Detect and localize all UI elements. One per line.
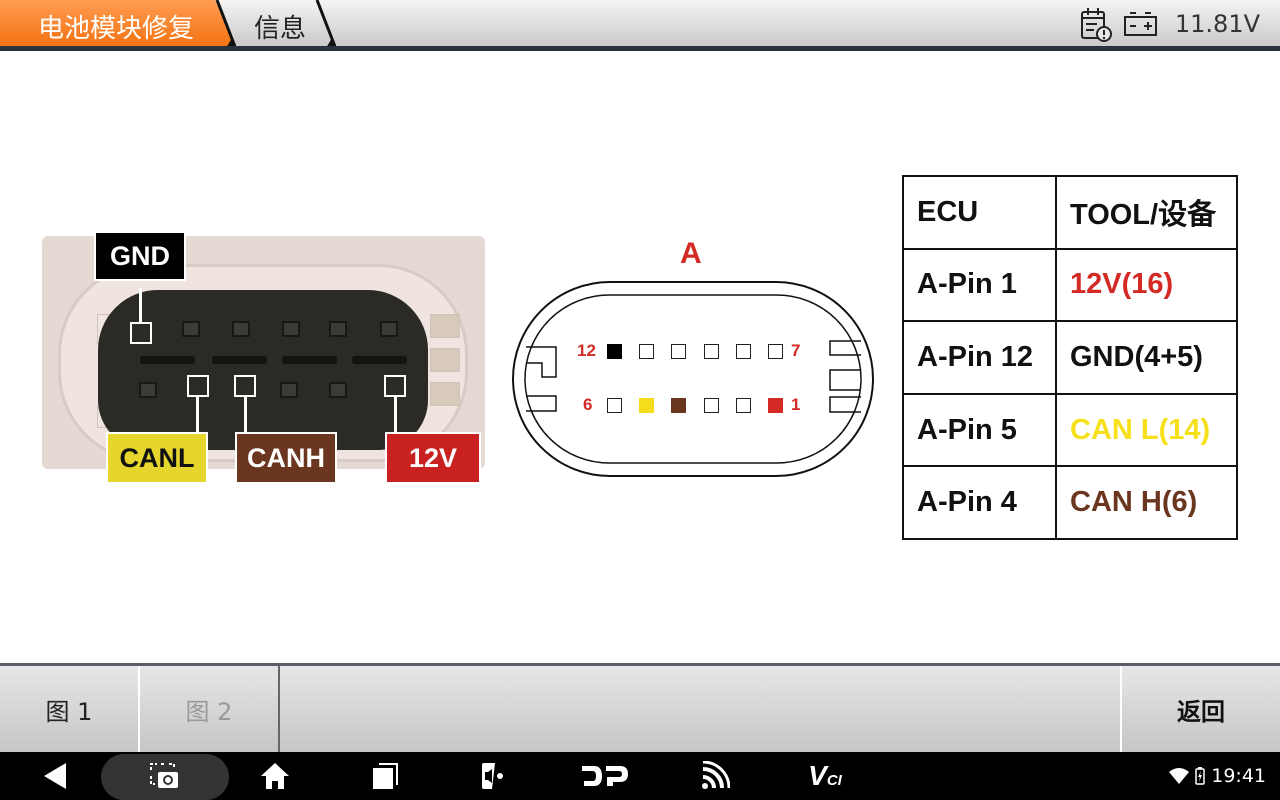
title-bar: 电池模块修复 信息 11.81V <box>0 0 1280 48</box>
terminal <box>329 321 347 337</box>
12v-marker <box>384 375 406 397</box>
connector-rib <box>430 348 460 372</box>
pin-9 <box>703 344 719 359</box>
nav-dp-button[interactable] <box>575 752 635 800</box>
pin-label-12: 12 <box>577 341 596 360</box>
connector-cavity <box>98 290 428 450</box>
connector-rib <box>430 382 460 406</box>
nav-vci-button[interactable]: VCI <box>800 752 850 800</box>
pin-label-1: 1 <box>791 395 801 414</box>
calendar-alert-icon[interactable] <box>1079 6 1113 42</box>
dp-icon <box>582 766 628 786</box>
pin-11 <box>639 344 655 359</box>
clock: 19:41 <box>1211 765 1266 787</box>
12v-tag: 12V <box>385 432 481 484</box>
tool-pin-cell: CAN H(6) <box>1055 465 1238 540</box>
breadcrumb-separator-icon <box>315 0 336 48</box>
separator-slot <box>212 356 267 364</box>
canl-leader-line <box>196 397 199 433</box>
toolbar-divider <box>278 666 280 752</box>
nav-signal-button[interactable] <box>690 752 740 800</box>
connector-outline <box>512 281 874 477</box>
table-row: A-Pin 1 12V(16) <box>902 247 1238 323</box>
pin-12 <box>607 344 622 359</box>
android-nav-bar: VCI 19:41 <box>0 752 1280 800</box>
battery-charging-icon <box>1195 767 1205 785</box>
canl-marker <box>187 375 209 397</box>
header-tool: TOOL/设备 <box>1055 175 1238 250</box>
signal-icon <box>702 761 730 789</box>
nav-recent-apps-button[interactable] <box>360 752 410 800</box>
separator-slot <box>282 356 337 364</box>
display-settings-icon <box>482 763 508 789</box>
table-row: A-Pin 4 CAN H(6) <box>902 465 1238 540</box>
connector-rib <box>430 314 460 338</box>
nav-display-settings-button[interactable] <box>470 752 520 800</box>
terminal <box>280 382 298 398</box>
pin-label-7: 7 <box>791 341 801 360</box>
terminal <box>329 382 347 398</box>
terminal <box>282 321 300 337</box>
ecu-pin-cell: A-Pin 12 <box>902 320 1057 395</box>
canl-tag: CANL <box>106 432 208 484</box>
ecu-pin-cell: A-Pin 4 <box>902 465 1057 540</box>
nav-back-button[interactable] <box>30 752 80 800</box>
figure-2-button[interactable]: 图 2 <box>140 666 278 752</box>
gnd-leader-line <box>139 288 142 324</box>
breadcrumb-label-2[interactable]: 信息 <box>254 8 306 45</box>
tool-pin-cell: GND(4+5) <box>1055 320 1238 395</box>
nav-home-button[interactable] <box>250 752 300 800</box>
status-area: 19:41 <box>1169 752 1266 800</box>
table-row: A-Pin 5 CAN L(14) <box>902 392 1238 468</box>
nav-screenshot-button[interactable] <box>140 752 190 800</box>
pin-10 <box>671 344 687 359</box>
connector-diagram-title: A <box>680 237 702 270</box>
ecu-pin-cell: A-Pin 1 <box>902 247 1057 323</box>
terminal <box>232 321 250 337</box>
figure-1-button[interactable]: 图 1 <box>0 666 138 752</box>
connector-pinout-diagram: 12 7 6 1 <box>505 270 885 490</box>
back-icon <box>44 763 66 789</box>
pin-2 <box>735 398 751 413</box>
separator-slot <box>352 356 407 364</box>
home-icon <box>261 763 289 789</box>
header-ecu: ECU <box>902 175 1057 250</box>
table-row: A-Pin 12 GND(4+5) <box>902 320 1238 395</box>
canh-marker <box>234 375 256 397</box>
pin-label-6: 6 <box>583 395 593 414</box>
ecu-pin-cell: A-Pin 5 <box>902 392 1057 468</box>
tool-pin-cell: CAN L(14) <box>1055 392 1238 468</box>
12v-leader-line <box>394 397 397 433</box>
gnd-tag: GND <box>94 231 186 281</box>
terminal <box>139 382 157 398</box>
bottom-toolbar: 图 1 图 2 返回 <box>0 663 1280 752</box>
terminal <box>380 321 398 337</box>
pin-mapping-table: ECU TOOL/设备 A-Pin 1 12V(16) A-Pin 12 GND… <box>902 175 1238 540</box>
screenshot-icon <box>150 763 178 788</box>
table-header-row: ECU TOOL/设备 <box>902 175 1238 250</box>
wifi-icon <box>1169 768 1190 784</box>
canh-leader-line <box>244 397 247 433</box>
gnd-marker <box>130 322 152 344</box>
canh-tag: CANH <box>235 432 337 484</box>
breadcrumb-label-1[interactable]: 电池模块修复 <box>38 8 194 45</box>
pin-5 <box>639 398 655 413</box>
battery-icon <box>1123 12 1157 36</box>
pin-6 <box>607 398 622 413</box>
pin-1 <box>768 398 783 413</box>
battery-voltage: 11.81V <box>1174 10 1260 38</box>
terminal <box>182 321 200 337</box>
pin-8 <box>735 344 751 359</box>
vci-icon: VCI <box>808 760 842 791</box>
separator-slot <box>140 356 195 364</box>
pin-4 <box>671 398 687 413</box>
pin-7 <box>768 344 783 359</box>
tool-pin-cell: 12V(16) <box>1055 247 1238 323</box>
recent-apps-icon <box>373 763 398 789</box>
breadcrumb-separator-icon <box>215 0 236 48</box>
pin-3 <box>703 398 719 413</box>
back-button[interactable]: 返回 <box>1122 666 1280 752</box>
